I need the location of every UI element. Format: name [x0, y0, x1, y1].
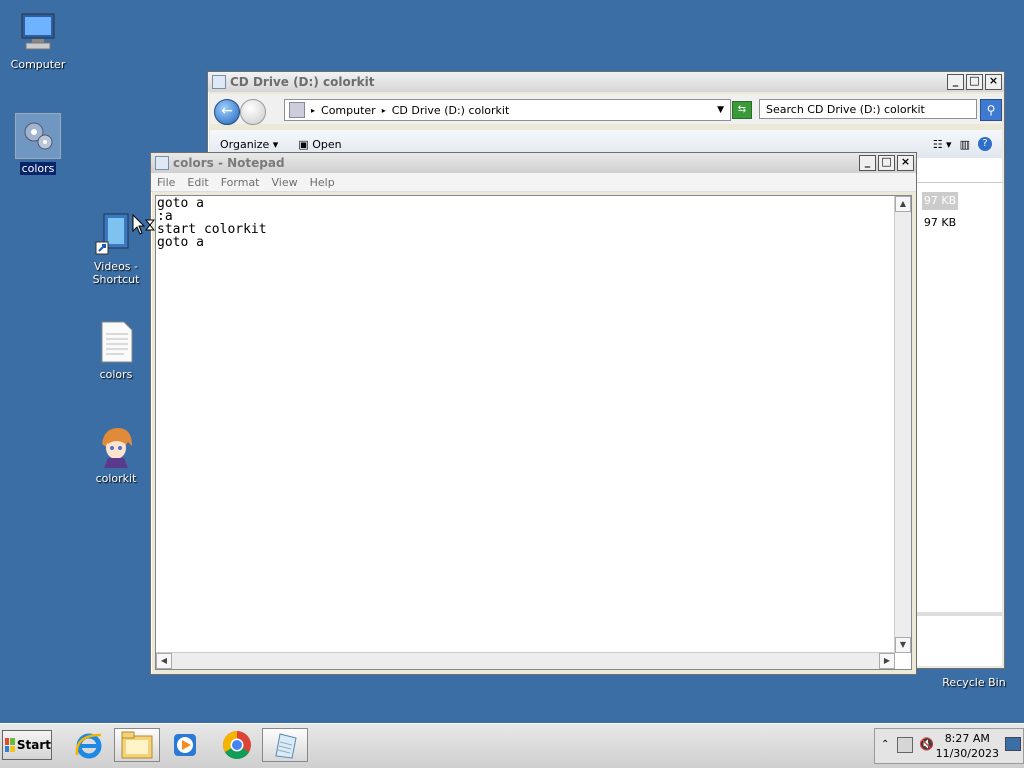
explorer-titlebar[interactable]: CD Drive (D:) colorkit _ □ × — [208, 72, 1004, 92]
clock-time: 8:27 AM — [944, 732, 990, 745]
drive-icon — [289, 102, 305, 118]
windows-flag-icon — [5, 738, 15, 752]
chevron-right-icon: ▸ — [381, 105, 386, 115]
desktop-icon-label: Videos - Shortcut — [92, 260, 140, 286]
menu-help[interactable]: Help — [310, 176, 335, 189]
file-size-cell: 97 KB — [922, 192, 958, 210]
breadcrumb-cd-drive[interactable]: CD Drive (D:) colorkit — [392, 104, 510, 117]
notepad-icon — [155, 156, 169, 170]
scroll-right-arrow-icon[interactable]: ▶ — [879, 653, 895, 669]
desktop-icon-label: colorkit — [95, 472, 137, 485]
start-label: Start — [16, 738, 51, 752]
menu-format[interactable]: Format — [221, 176, 260, 189]
desktop-icon-label: Computer — [10, 58, 66, 71]
taskbar-notepad[interactable] — [262, 728, 308, 762]
text-editor[interactable]: goto a :a start colorkit goto a ▲ ▼ ◀ ▶ — [155, 195, 912, 670]
desktop-icon-colorkit[interactable]: colorkit — [76, 424, 156, 485]
scroll-down-arrow-icon[interactable]: ▼ — [895, 637, 911, 653]
maximize-button[interactable]: □ — [878, 155, 895, 171]
desktop-icon-colors-text[interactable]: colors — [76, 320, 156, 381]
vertical-scrollbar[interactable]: ▲ ▼ — [894, 196, 911, 653]
show-hidden-icons-icon[interactable]: ⌃ — [881, 739, 889, 750]
taskbar: Start ⌃ 🔇 8:27 AM 11/30/2023 — [0, 723, 1024, 768]
menu-edit[interactable]: Edit — [187, 176, 208, 189]
search-icon[interactable]: ⚲ — [980, 99, 1002, 121]
close-button[interactable]: × — [897, 155, 914, 171]
text-file-icon — [94, 320, 138, 364]
organize-menu[interactable]: Organize ▾ — [220, 138, 278, 151]
preview-pane-icon[interactable]: ▥ — [960, 138, 970, 151]
volume-muted-icon[interactable]: 🔇 — [919, 737, 934, 751]
folder-icon — [121, 731, 153, 759]
close-button[interactable]: × — [985, 74, 1002, 90]
busy-cursor-icon — [132, 213, 156, 239]
file-size-cell: 97 KB — [923, 216, 957, 229]
taskbar-file-explorer[interactable] — [114, 728, 160, 762]
clock-date: 11/30/2023 — [935, 747, 999, 760]
media-player-icon — [174, 734, 196, 756]
notepad-titlebar[interactable]: colors - Notepad _ □ × — [151, 153, 916, 173]
address-bar[interactable]: ▸ Computer ▸ CD Drive (D:) colorkit ▼ — [284, 99, 731, 121]
view-options-icon[interactable]: ☷ ▾ — [933, 138, 952, 151]
address-row: ← ▸ Computer ▸ CD Drive (D:) colorkit ▼ … — [210, 94, 1002, 125]
scroll-up-arrow-icon[interactable]: ▲ — [895, 196, 911, 212]
internet-explorer-icon — [75, 733, 102, 759]
desktop-icon-label: colors — [99, 368, 133, 381]
refresh-icon[interactable]: ⇆ — [732, 101, 752, 119]
gear-file-icon — [15, 113, 61, 159]
start-button[interactable]: Start — [2, 730, 52, 760]
horizontal-scrollbar[interactable] — [916, 612, 1002, 666]
menu-bar: File Edit Format View Help — [151, 173, 916, 192]
open-button[interactable]: ▣ Open — [298, 138, 341, 151]
clock[interactable]: 8:27 AM 11/30/2023 — [936, 731, 999, 761]
network-icon[interactable] — [897, 737, 913, 753]
menu-file[interactable]: File — [157, 176, 175, 189]
desktop-icon-label: Recycle Bin — [942, 676, 1006, 689]
minimize-button[interactable]: _ — [947, 74, 964, 90]
menu-view[interactable]: View — [272, 176, 298, 189]
cd-drive-icon — [212, 75, 226, 89]
column-header[interactable] — [916, 158, 1003, 183]
help-icon[interactable]: ? — [978, 137, 992, 151]
minimize-button[interactable]: _ — [859, 155, 876, 171]
scroll-left-arrow-icon[interactable]: ◀ — [156, 653, 172, 669]
notepad-window[interactable]: colors - Notepad _ □ × File Edit Format … — [150, 152, 917, 675]
taskbar-internet-explorer[interactable] — [66, 728, 112, 762]
breadcrumb-computer[interactable]: Computer — [321, 104, 376, 117]
back-arrow-icon[interactable]: ← — [214, 99, 240, 125]
notepad-icon — [275, 733, 297, 759]
taskbar-media-player[interactable] — [162, 728, 208, 762]
desktop-icon-label: colors — [19, 162, 57, 175]
open-label: Open — [312, 137, 342, 151]
chevron-right-icon: ▸ — [311, 105, 316, 115]
horizontal-scrollbar[interactable]: ◀ ▶ — [156, 652, 895, 669]
anime-character-icon — [94, 424, 138, 468]
editor-content[interactable]: goto a :a start colorkit goto a — [157, 197, 893, 651]
show-desktop-button[interactable] — [1005, 737, 1021, 751]
system-tray: ⌃ 🔇 8:27 AM 11/30/2023 — [874, 728, 1024, 764]
chevron-down-icon[interactable]: ▼ — [717, 105, 724, 115]
explorer-title: CD Drive (D:) colorkit — [230, 75, 375, 89]
desktop-icon-computer[interactable]: Computer — [0, 10, 78, 71]
maximize-button[interactable]: □ — [966, 74, 983, 90]
forward-arrow-icon[interactable] — [240, 99, 266, 125]
search-input[interactable]: Search CD Drive (D:) colorkit — [759, 99, 977, 119]
organize-label: Organize — [220, 137, 270, 151]
chrome-icon — [223, 731, 251, 759]
computer-icon — [16, 10, 60, 54]
taskbar-chrome[interactable] — [214, 728, 260, 762]
notepad-title: colors - Notepad — [173, 156, 285, 170]
desktop-icon-colors-batch[interactable]: colors — [0, 113, 78, 175]
